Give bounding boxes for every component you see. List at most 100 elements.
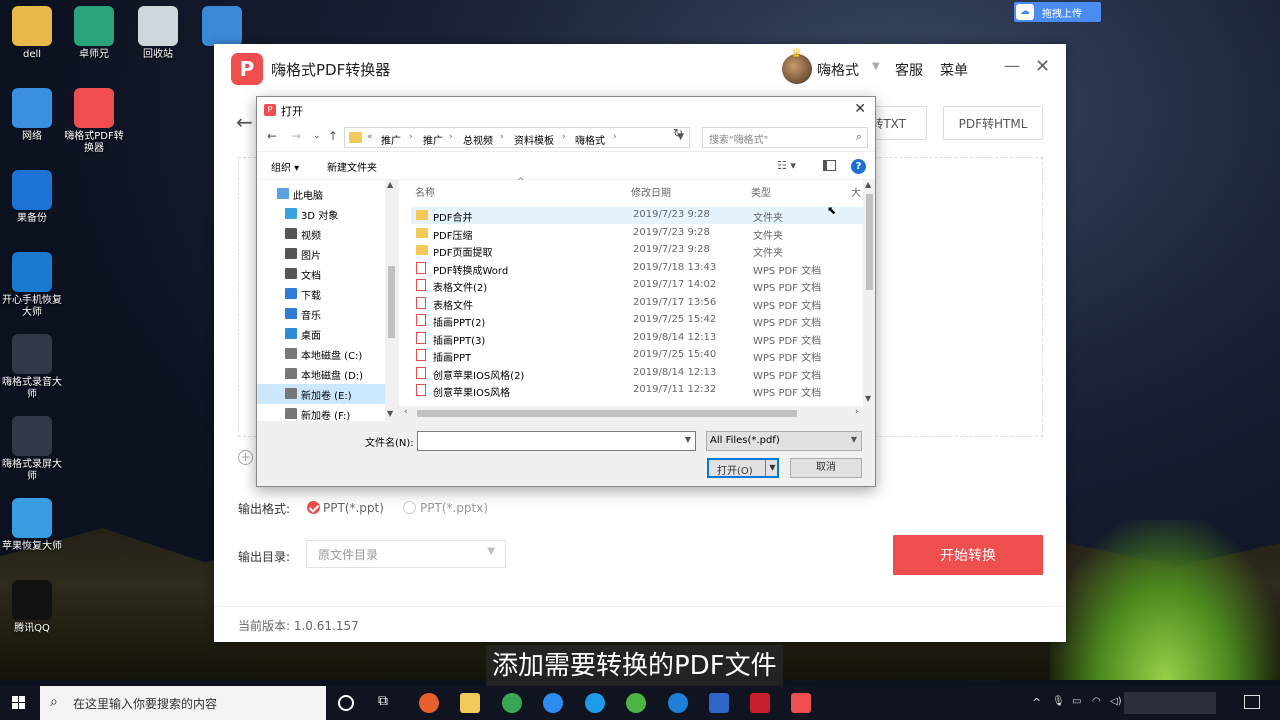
file-row[interactable]: 插画PPT(3) 2019/8/14 12:13 WPS PDF 文档 xyxy=(411,330,863,347)
tree-item[interactable]: 新加卷 (E:) xyxy=(257,384,385,404)
desktop-icon[interactable]: 回收站 xyxy=(126,6,190,61)
search-input[interactable]: 搜索"嗨格式" ⌕ xyxy=(702,127,868,148)
radio-pptx[interactable] xyxy=(403,501,416,514)
radio-ppt[interactable] xyxy=(307,501,320,514)
address-bar[interactable]: « 推广 › 推广 › 总视频 › 资料模板 › 嗨格式 › ▼ xyxy=(344,127,690,148)
forward-arrow-icon[interactable]: → xyxy=(291,129,301,143)
desktop-icon[interactable]: 嗨格式录音大师 xyxy=(0,334,64,401)
task-view-icon[interactable]: ⧉ xyxy=(378,693,388,709)
close-icon[interactable]: ✕ xyxy=(854,101,866,117)
radio-pptx-label[interactable]: PPT(*.pptx) xyxy=(420,501,488,515)
file-row[interactable]: 表格文件 2019/7/17 13:56 WPS PDF 文档 xyxy=(411,295,863,312)
wifi-icon[interactable]: ◠ xyxy=(1092,696,1101,707)
file-scroll-thumb[interactable] xyxy=(866,194,873,290)
refresh-icon[interactable]: ↻ xyxy=(673,126,683,140)
tree-item[interactable]: 文档 xyxy=(257,264,385,284)
breadcrumb-item[interactable]: 总视频 xyxy=(463,132,493,147)
taskbar-search[interactable]: ⌕ 在这里输入你要搜索的内容 xyxy=(40,686,326,720)
desktop-icon[interactable]: 嗨格式PDF转换器 xyxy=(62,88,126,155)
close-icon[interactable]: ✕ xyxy=(1035,56,1050,77)
desktop-icon[interactable]: 卓师兄 xyxy=(62,6,126,61)
tree-item[interactable]: 3D 对象 xyxy=(257,204,385,224)
tree-item[interactable]: 新加卷 (F:) xyxy=(257,404,385,424)
radio-ppt-label[interactable]: PPT(*.ppt) xyxy=(323,501,384,515)
scroll-right-icon[interactable]: › xyxy=(855,407,859,417)
firefox-icon[interactable] xyxy=(419,693,439,713)
acrobat-icon[interactable] xyxy=(750,693,770,713)
customer-service-link[interactable]: 客服 xyxy=(895,60,923,80)
file-explorer-icon[interactable] xyxy=(460,693,480,713)
file-row[interactable]: 插画PPT(2) 2019/7/25 15:42 WPS PDF 文档 xyxy=(411,312,863,329)
file-list-hscrollbar[interactable]: ‹ › xyxy=(399,406,875,421)
open-dropdown-icon[interactable]: ▼ xyxy=(765,460,779,476)
tree-item[interactable]: 桌面 xyxy=(257,324,385,344)
breadcrumb-item[interactable]: 推广 xyxy=(381,132,401,147)
view-options-icon[interactable]: ☷ ▾ xyxy=(777,159,796,172)
hscroll-thumb[interactable] xyxy=(417,410,797,417)
battery-icon[interactable]: ▭ xyxy=(1072,696,1081,707)
user-name[interactable]: 嗨格式 xyxy=(817,60,859,80)
open-button[interactable]: 打开(O) ▼ xyxy=(707,458,779,478)
back-arrow-icon[interactable]: ← xyxy=(267,129,277,143)
recent-chevron-icon[interactable]: ⌄ xyxy=(313,131,321,141)
scroll-down-icon[interactable]: ▼ xyxy=(387,409,393,418)
filetype-select[interactable]: All Files(*.pdf) ▼ xyxy=(706,431,862,451)
microphone-icon[interactable]: 🎙 xyxy=(1052,696,1065,707)
qq-browser-icon[interactable] xyxy=(543,693,563,713)
scroll-down-icon[interactable]: ▼ xyxy=(865,394,871,403)
file-row[interactable]: 创意苹果IOS风格 2019/7/11 12:32 WPS PDF 文档 xyxy=(411,382,863,399)
tab-pdf-to-html[interactable]: PDF转HTML xyxy=(943,106,1043,140)
file-row[interactable]: 表格文件(2) 2019/7/17 14:02 WPS PDF 文档 xyxy=(411,277,863,294)
filename-input[interactable]: ▼ xyxy=(417,431,696,451)
desktop-icon[interactable]: 开心手机恢复大师 xyxy=(0,252,64,319)
tree-item[interactable]: 下载 xyxy=(257,284,385,304)
edge-icon[interactable] xyxy=(668,693,688,713)
user-menu-chevron-icon[interactable]: ▼ xyxy=(872,61,880,72)
menu-link[interactable]: 菜单 xyxy=(940,60,968,80)
column-header-type[interactable]: 类型 xyxy=(751,184,771,199)
tree-item[interactable]: 图片 xyxy=(257,244,385,264)
360-browser-icon[interactable] xyxy=(626,693,646,713)
chrome-icon[interactable] xyxy=(502,693,522,713)
pdf-converter-icon[interactable] xyxy=(791,693,811,713)
tree-item[interactable]: 此电脑 xyxy=(257,184,385,204)
breadcrumb-item[interactable]: 嗨格式 xyxy=(575,132,605,147)
scroll-left-icon[interactable]: ‹ xyxy=(404,407,408,417)
desktop-icon[interactable]: 果备份 xyxy=(0,170,64,225)
windows-start-icon[interactable] xyxy=(12,696,26,710)
tree-scroll-thumb[interactable] xyxy=(388,266,395,338)
tree-item[interactable]: 本地磁盘 (C:) xyxy=(257,344,385,364)
file-list-scrollbar[interactable]: ▲ ▼ xyxy=(863,180,875,406)
tree-scrollbar[interactable]: ▲ ▼ xyxy=(385,180,397,421)
file-row[interactable]: 插画PPT 2019/7/25 15:40 WPS PDF 文档 xyxy=(411,347,863,364)
tree-item[interactable]: 本地磁盘 (D:) xyxy=(257,364,385,384)
desktop-icon[interactable]: 嗨格式录屏大师 xyxy=(0,416,64,483)
back-arrow-icon[interactable]: ← xyxy=(236,110,253,134)
clock-area[interactable] xyxy=(1124,692,1216,714)
organize-button[interactable]: 组织 ▾ xyxy=(271,159,299,174)
help-icon[interactable]: ? xyxy=(851,159,866,174)
up-arrow-icon[interactable]: ↑ xyxy=(328,129,338,143)
notification-icon[interactable] xyxy=(1244,695,1260,709)
scroll-up-icon[interactable]: ▲ xyxy=(387,180,393,189)
column-header-date[interactable]: 修改日期 xyxy=(631,184,671,199)
tree-item[interactable]: 视频 xyxy=(257,224,385,244)
desktop-icon[interactable]: 腾讯QQ xyxy=(0,580,64,635)
drag-upload-widget[interactable]: ☁ 拖拽上传 xyxy=(1014,2,1101,22)
file-row[interactable]: PDF转换成Word 2019/7/18 13:43 WPS PDF 文档 xyxy=(411,260,863,277)
column-header-name[interactable]: 名称 xyxy=(415,184,435,199)
volume-icon[interactable]: ◁) xyxy=(1110,696,1122,707)
scroll-up-icon[interactable]: ▲ xyxy=(865,180,871,189)
browser-icon[interactable] xyxy=(585,693,605,713)
cancel-button[interactable]: 取消 xyxy=(790,458,862,478)
file-row[interactable]: PDF压缩 2019/7/23 9:28 文件夹 xyxy=(411,225,863,242)
file-row[interactable]: 创意苹果IOS风格(2) 2019/8/14 12:13 WPS PDF 文档 xyxy=(411,365,863,382)
desktop-icon[interactable]: dell xyxy=(0,6,64,61)
column-header-size[interactable]: 大 xyxy=(851,184,861,199)
tree-item[interactable]: 音乐 xyxy=(257,304,385,324)
output-dir-select[interactable]: 原文件目录 ▼ xyxy=(306,540,506,568)
file-row[interactable]: PDF合并 2019/7/23 9:28 文件夹 xyxy=(411,207,863,224)
cortana-icon[interactable] xyxy=(338,695,354,711)
add-file-icon[interactable]: + xyxy=(238,450,253,465)
breadcrumb-item[interactable]: 推广 xyxy=(423,132,443,147)
